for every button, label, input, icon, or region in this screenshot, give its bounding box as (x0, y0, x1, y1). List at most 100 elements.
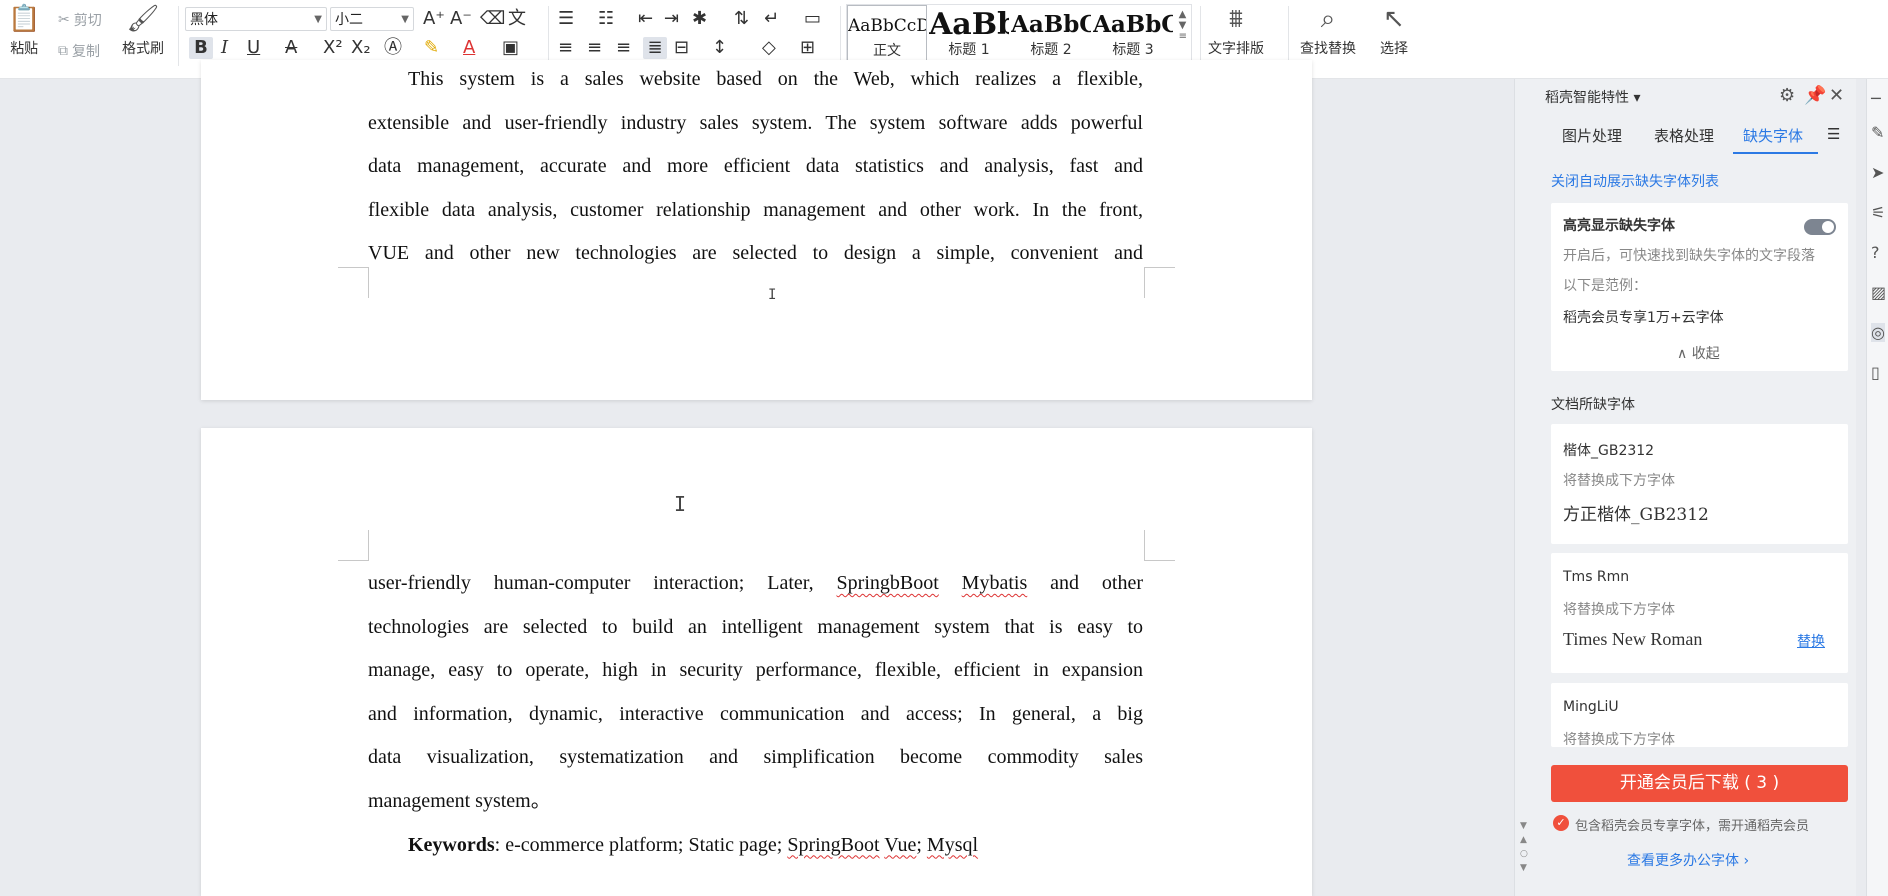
bullet-list-icon[interactable]: ☰ (558, 8, 574, 30)
superscript-icon[interactable]: X² (323, 37, 343, 59)
margin-mark (338, 530, 369, 561)
divider (1288, 6, 1289, 66)
missing-font-card: Tms Rmn 将替换成下方字体 Times New Roman 替换 (1551, 553, 1848, 673)
distributed-icon[interactable]: ⊟ (674, 37, 689, 59)
pointer-icon[interactable]: ➤ (1871, 163, 1884, 182)
body-paragraph[interactable]: user-friendly human-computer interaction… (368, 562, 1143, 867)
font-icon[interactable]: ◎ (1871, 323, 1885, 342)
docer-logo-icon: ✓ (1553, 815, 1569, 831)
close-auto-show-link[interactable]: 关闭自动展示缺失字体列表 (1551, 171, 1719, 191)
style-heading-3[interactable]: AaBbC 标题 3 (1093, 5, 1173, 61)
copy-icon: ⧉ (58, 43, 68, 59)
borders-icon[interactable]: ⊞ (800, 37, 815, 59)
chevron-down-icon: ▼ (314, 14, 322, 25)
align-left-icon[interactable]: ≡ (558, 37, 573, 59)
char-border-icon[interactable]: ▣ (502, 37, 519, 59)
grow-font-icon[interactable]: A⁺ (423, 8, 445, 30)
text-effect-icon[interactable]: Ⓐ (384, 37, 402, 59)
italic-icon[interactable]: I (221, 37, 228, 59)
strikethrough-icon[interactable]: A (285, 37, 297, 59)
increase-indent-icon[interactable]: ⇥ (664, 8, 679, 30)
justify-icon[interactable]: ≣ (643, 37, 667, 59)
scissors-icon: ✂ (58, 12, 70, 28)
text-cursor-icon: I (674, 492, 687, 516)
smart-feature-panel: 稻壳智能特性 ▾ ⚙ 📌 ✕ 图片处理 表格处理 缺失字体 ☰ 关闭自动展示缺失… (1514, 79, 1856, 896)
keywords-line: Keywords: e-commerce platform; Static pa… (408, 833, 979, 856)
font-name-select[interactable]: 黑体 ▼ (185, 7, 327, 31)
style-normal[interactable]: AaBbCcDd 正文 (847, 5, 927, 61)
tab-table-processing[interactable]: 表格处理 (1654, 125, 1714, 146)
close-icon[interactable]: ✕ (1829, 85, 1844, 106)
spell-error[interactable]: Vue (884, 834, 916, 856)
tab-missing-fonts[interactable]: 缺失字体 (1743, 125, 1803, 146)
shrink-font-icon[interactable]: A⁻ (450, 8, 472, 30)
rail-line-icon[interactable]: ─ (1871, 89, 1881, 108)
font-color-icon[interactable]: A (463, 37, 475, 59)
show-marks-icon[interactable]: ↵ (764, 8, 779, 30)
format-painter-button[interactable]: 🖌 格式刷 (122, 4, 164, 58)
divider (178, 6, 179, 66)
side-tool-rail: ─ ✎ ➤ ⚟ ? ▨ ◎ ▯ (1866, 79, 1888, 896)
numbered-list-icon[interactable]: ☷ (598, 8, 614, 30)
underline-icon[interactable]: U (247, 37, 260, 59)
spell-error[interactable]: SpringbBoot (837, 572, 939, 594)
decrease-indent-icon[interactable]: ⇤ (638, 8, 653, 30)
image-icon[interactable]: ▨ (1871, 283, 1886, 302)
replace-link[interactable]: 替换 (1797, 631, 1825, 651)
text-layout-icon: ⩩ (1229, 4, 1243, 34)
settings-sliders-icon[interactable]: ⚟ (1871, 203, 1885, 222)
sort-icon[interactable]: ⇅ (734, 8, 749, 30)
pinyin-icon[interactable]: 文 (508, 8, 526, 30)
chevron-down-icon: ▼ (401, 14, 409, 25)
scroll-nav-icon[interactable]: ▼ ▲ ○ ▼ (1520, 819, 1528, 875)
search-icon: ⌕ (1320, 4, 1336, 34)
collapse-button[interactable]: ∧ 收起 (1677, 343, 1720, 363)
ruler-icon[interactable]: ▭ (804, 8, 821, 30)
body-paragraph[interactable]: This system is a sales website based on … (368, 58, 1143, 276)
clipboard-icon: 📋 (8, 4, 41, 34)
menu-icon[interactable]: ☰ (1827, 125, 1840, 143)
gear-icon[interactable]: ⚙ (1779, 85, 1795, 106)
spell-error[interactable]: Mybatis (962, 572, 1028, 594)
text-layout-button[interactable]: ⩩ 文字排版 (1208, 4, 1264, 58)
spell-error[interactable]: SpringBoot (787, 834, 879, 856)
panel-title[interactable]: 稻壳智能特性 ▾ (1545, 87, 1640, 107)
highlight-icon[interactable]: ✎ (424, 37, 439, 59)
download-after-membership-button[interactable]: 开通会员后下载 ( 3 ) (1551, 765, 1848, 802)
cursor-icon: ↖ (1383, 4, 1405, 34)
font-size-select[interactable]: 小二 ▼ (330, 7, 414, 31)
bold-icon[interactable]: B (189, 37, 213, 59)
spell-error[interactable]: Mysql (927, 834, 978, 856)
highlight-toggle[interactable] (1804, 219, 1836, 235)
clear-format-icon[interactable]: ⌫ (480, 8, 505, 30)
brush-icon: 🖌 (126, 4, 160, 34)
shading-icon[interactable]: ◇ (762, 37, 776, 59)
line-spacing-icon[interactable]: ↕ (712, 37, 727, 59)
pin-icon[interactable]: 📌 (1804, 85, 1826, 106)
gallery-scroll-icon[interactable]: ▲ ▼ ≡ (1179, 9, 1187, 42)
subscript-icon[interactable]: X₂ (351, 37, 371, 59)
doc-icon[interactable]: ▯ (1871, 363, 1880, 382)
tab-image-processing[interactable]: 图片处理 (1562, 125, 1622, 146)
style-heading-2[interactable]: AaBbC 标题 2 (1011, 5, 1091, 61)
text-cursor-icon: I (768, 287, 777, 303)
align-right-icon[interactable]: ≡ (616, 37, 631, 59)
style-heading-1[interactable]: AaBb 标题 1 (929, 5, 1009, 61)
find-replace-button[interactable]: ⌕ 查找替换 (1300, 4, 1356, 58)
help-icon[interactable]: ? (1871, 243, 1880, 262)
divider (1200, 6, 1201, 66)
margin-mark (338, 267, 369, 298)
copy-button[interactable]: ⧉ 复制 (58, 41, 100, 61)
select-button[interactable]: ↖ 选择 (1380, 4, 1408, 58)
more-fonts-link[interactable]: 查看更多办公字体 › (1627, 850, 1749, 870)
cut-button[interactable]: ✂ 剪切 (58, 10, 102, 30)
divider (840, 6, 841, 66)
chinese-layout-icon[interactable]: ✱ (692, 8, 707, 30)
highlight-card: 高亮显示缺失字体 开启后，可快速找到缺失字体的文字段落 以下是范例： 稻壳会员专… (1551, 203, 1848, 371)
edit-icon[interactable]: ✎ (1871, 123, 1884, 142)
missing-font-card: MingLiU 将替换成下方字体 (1551, 683, 1848, 747)
margin-mark (1144, 530, 1175, 561)
active-tab-indicator (1733, 152, 1818, 154)
align-center-icon[interactable]: ≡ (587, 37, 602, 59)
paste-button[interactable]: 📋 粘贴 (8, 4, 40, 58)
